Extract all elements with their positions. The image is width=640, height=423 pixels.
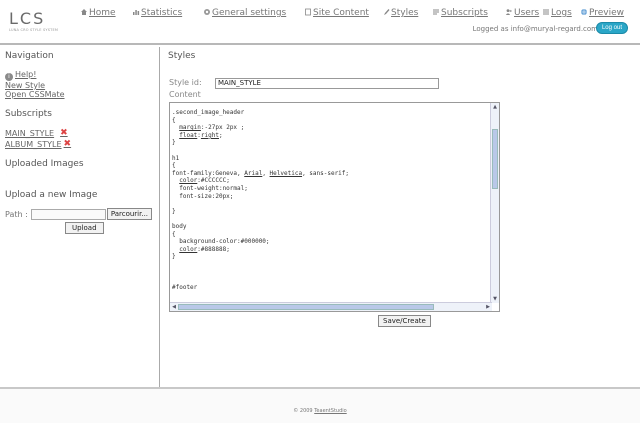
scrollbar-thumb[interactable]: [492, 129, 498, 189]
subscripts-list: MAIN_STYLE ✖ ALBUM_STYLE ✖: [5, 128, 159, 150]
css-content-textarea[interactable]: .second_image_header { margin:-27px 2px …: [169, 102, 500, 312]
navigation-heading: Navigation: [5, 51, 54, 61]
footer-text: © 2009 TeaentStudio: [293, 408, 347, 414]
sidebar: Navigation i Help! New Style Open CSSMate…: [0, 47, 160, 387]
logo[interactable]: LCS: [9, 9, 45, 28]
nav-general-settings[interactable]: General settings: [203, 8, 286, 18]
upload-button[interactable]: Upload: [65, 222, 104, 234]
style-id-input[interactable]: MAIN_STYLE: [215, 78, 439, 89]
subscript-item[interactable]: ALBUM_STYLE ✖: [5, 139, 159, 150]
open-cssmate-link[interactable]: Open CSSMate: [5, 90, 159, 99]
nav-home[interactable]: Home: [80, 8, 116, 18]
logout-button[interactable]: Log out: [595, 22, 628, 34]
css-code: .second_image_header { margin:-27px 2px …: [172, 109, 350, 291]
horizontal-scrollbar[interactable]: ◀ ▶: [170, 302, 492, 311]
upload-image-heading: Upload a new Image: [5, 190, 98, 200]
style-id-label: Style id:: [169, 78, 202, 87]
scroll-right-icon[interactable]: ▶: [484, 303, 492, 311]
scrollbar-thumb[interactable]: [178, 304, 434, 310]
help-icon: i: [5, 73, 13, 81]
chart-icon: [132, 8, 140, 16]
nav-subscripts[interactable]: Subscripts: [432, 8, 488, 18]
nav-preview[interactable]: Preview: [580, 8, 624, 18]
nav-statistics[interactable]: Statistics: [132, 8, 182, 18]
list-icon: [542, 8, 550, 16]
file-path-input[interactable]: [30, 208, 106, 220]
subscript-item[interactable]: MAIN_STYLE ✖: [5, 128, 159, 139]
brush-icon: [382, 8, 390, 16]
nav-site-content[interactable]: Site Content: [304, 8, 369, 18]
gear-icon: [203, 8, 211, 16]
delete-icon[interactable]: ✖: [64, 139, 72, 150]
save-create-button[interactable]: Save/Create: [378, 315, 431, 327]
users-icon: [505, 8, 513, 16]
subscripts-heading: Subscripts: [5, 109, 52, 119]
logo-subtitle: LUNA CRO STYLE SYSTEM: [9, 28, 59, 32]
footer-link[interactable]: TeaentStudio: [314, 408, 346, 414]
script-icon: [432, 8, 440, 16]
scroll-up-icon[interactable]: ▲: [491, 103, 499, 111]
header: LCS LUNA CRO STYLE SYSTEM Home Statistic…: [0, 0, 640, 45]
page-title: Styles: [168, 51, 196, 61]
scroll-down-icon[interactable]: ▼: [491, 295, 499, 303]
help-link-row[interactable]: i Help!: [5, 70, 159, 81]
main-content: Styles Style id: MAIN_STYLE Content .sec…: [162, 47, 632, 387]
nav-logs[interactable]: Logs: [542, 8, 572, 18]
upload-path-row: Path : Parcourir...: [5, 208, 159, 220]
logged-in-text: Logged as info@muryal-regard.com: [472, 25, 598, 33]
vertical-scrollbar[interactable]: ▲ ▼: [490, 103, 499, 303]
new-style-link[interactable]: New Style: [5, 81, 159, 90]
nav-users[interactable]: Users: [505, 8, 539, 18]
delete-icon[interactable]: ✖: [60, 128, 68, 139]
content-label: Content: [169, 90, 201, 99]
globe-icon: [580, 8, 588, 16]
path-label: Path :: [5, 209, 28, 219]
page-icon: [304, 8, 312, 16]
main-nav: Home Statistics General settings Site Co…: [80, 8, 632, 22]
scroll-left-icon[interactable]: ◀: [170, 303, 178, 311]
home-icon: [80, 8, 88, 16]
browse-button[interactable]: Parcourir...: [106, 208, 153, 220]
uploaded-images-heading: Uploaded Images: [5, 159, 84, 169]
help-link[interactable]: Help!: [15, 70, 36, 79]
footer: © 2009 TeaentStudio: [0, 387, 640, 423]
nav-styles[interactable]: Styles: [382, 8, 418, 18]
